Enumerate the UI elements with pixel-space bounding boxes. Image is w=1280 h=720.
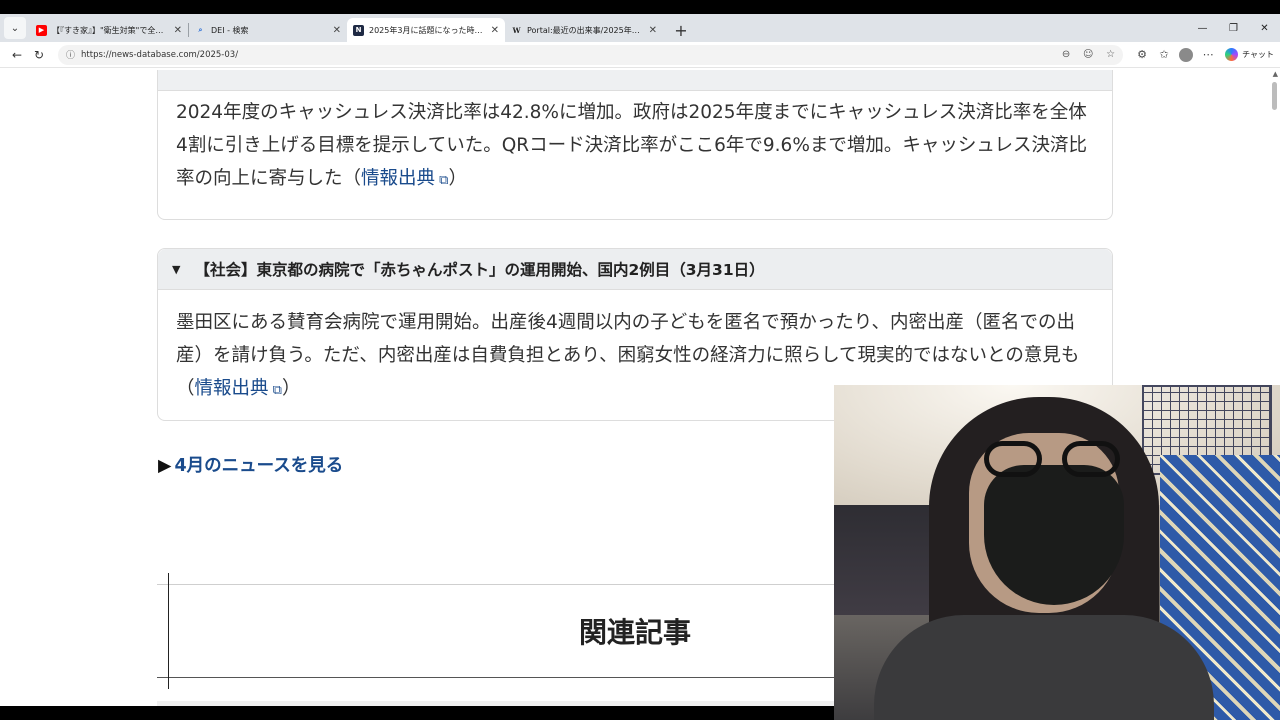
youtube-icon: ▶ (36, 24, 47, 36)
news-database-favicon-icon: N (353, 24, 364, 36)
webcam-person-sweater (874, 615, 1214, 720)
scroll-thumb[interactable] (1272, 82, 1277, 110)
april-news-label: 4月のニュースを見る (174, 456, 344, 476)
profile-avatar[interactable] (1179, 47, 1194, 62)
favorites-icon[interactable]: ✩ (1153, 44, 1175, 66)
tab-title: Portal:最近の出来事/2025年1月 - W (527, 25, 645, 35)
tab-strip: ⌄ ▶ 【『すき家』】"衛生対策"で全店一時閉 ✕ ⌕ DEI - 検索 ✕ N… (0, 14, 1280, 42)
tab-close-icon[interactable]: ✕ (333, 25, 341, 36)
webcam-overlay (834, 385, 1280, 720)
favorite-star-icon[interactable]: ☆ (1106, 49, 1115, 60)
news-body-text: 2024年度のキャッシュレス決済比率は42.8%に増加。政府は2025年度までに… (176, 102, 1088, 189)
tab-actions-chevron-icon[interactable]: ⌄ (4, 17, 26, 39)
external-link-icon: ⧉ (268, 383, 282, 398)
copilot-icon (1225, 48, 1239, 61)
address-toolbar: ← ↻ ⓘ https://news-database.com/2025-03/… (0, 42, 1280, 68)
wikipedia-icon: W (512, 25, 521, 35)
tab-close-icon[interactable]: ✕ (649, 25, 657, 36)
url-text: https://news-database.com/2025-03/ (81, 49, 239, 60)
webcam-person-glasses (984, 441, 1134, 481)
search-icon: ⌕ (198, 25, 203, 34)
tab-close-icon[interactable]: ✕ (491, 25, 499, 36)
back-arrow-icon[interactable]: ← (6, 44, 28, 66)
tab-title: 2025年3月に話題になった時事ニュース (369, 25, 487, 35)
news-card-header[interactable] (158, 70, 1112, 91)
news-card-header[interactable]: ▼ 【社会】東京都の病院で「赤ちゃんポスト」の運用開始、国内2例目（3月31日） (158, 249, 1112, 290)
source-link[interactable]: 情報出典 (361, 168, 435, 189)
address-bar[interactable]: ⓘ https://news-database.com/2025-03/ ⊖ ☺… (58, 44, 1124, 65)
close-paren: ） (448, 168, 467, 189)
reader-mode-icon[interactable]: ☺ (1083, 49, 1093, 60)
chat-label: チャット (1242, 50, 1274, 59)
site-info-icon[interactable]: ⓘ (66, 48, 75, 61)
minimize-icon[interactable]: — (1187, 14, 1218, 42)
more-menu-icon[interactable]: ⋯ (1197, 44, 1219, 66)
new-tab-plus-icon[interactable]: + (669, 18, 693, 42)
close-window-icon[interactable]: ✕ (1249, 14, 1280, 42)
tab-news-database[interactable]: N 2025年3月に話題になった時事ニュース ✕ (347, 18, 505, 42)
copilot-chat-button[interactable]: チャット (1225, 48, 1274, 61)
tab-dei-search[interactable]: ⌕ DEI - 検索 ✕ (189, 18, 347, 42)
news-heading: 【社会】東京都の病院で「赤ちゃんポスト」の運用開始、国内2例目（3月31日） (194, 261, 765, 279)
tab-sukiya[interactable]: ▶ 【『すき家』】"衛生対策"で全店一時閉 ✕ (30, 18, 188, 42)
caret-down-icon: ▼ (172, 262, 181, 276)
tab-wikipedia-portal[interactable]: W Portal:最近の出来事/2025年1月 - W ✕ (505, 18, 663, 42)
close-paren: ） (281, 378, 301, 399)
window-controls: — ❐ ✕ (1187, 14, 1280, 42)
scroll-up-icon[interactable]: ▲ (1273, 70, 1278, 78)
restore-icon[interactable]: ❐ (1218, 14, 1249, 42)
refresh-icon[interactable]: ↻ (28, 44, 50, 66)
april-news-link[interactable]: ▶ 4月のニュースを見る (158, 452, 343, 477)
news-card-body: 2024年度のキャッシュレス決済比率は42.8%に増加。政府は2025年度までに… (158, 91, 1112, 197)
play-triangle-icon: ▶ (158, 456, 172, 476)
external-link-icon: ⧉ (435, 173, 449, 188)
extensions-icon[interactable]: ⚙ (1131, 44, 1153, 66)
source-link[interactable]: 情報出典 (195, 378, 269, 399)
zoom-icon[interactable]: ⊖ (1062, 49, 1070, 60)
tab-title: 【『すき家』】"衛生対策"で全店一時閉 (52, 25, 170, 35)
webcam-person-mask (984, 465, 1124, 605)
news-card-cashless: 2024年度のキャッシュレス決済比率は42.8%に増加。政府は2025年度までに… (157, 70, 1113, 220)
tab-title: DEI - 検索 (211, 25, 249, 35)
tab-close-icon[interactable]: ✕ (174, 25, 182, 36)
